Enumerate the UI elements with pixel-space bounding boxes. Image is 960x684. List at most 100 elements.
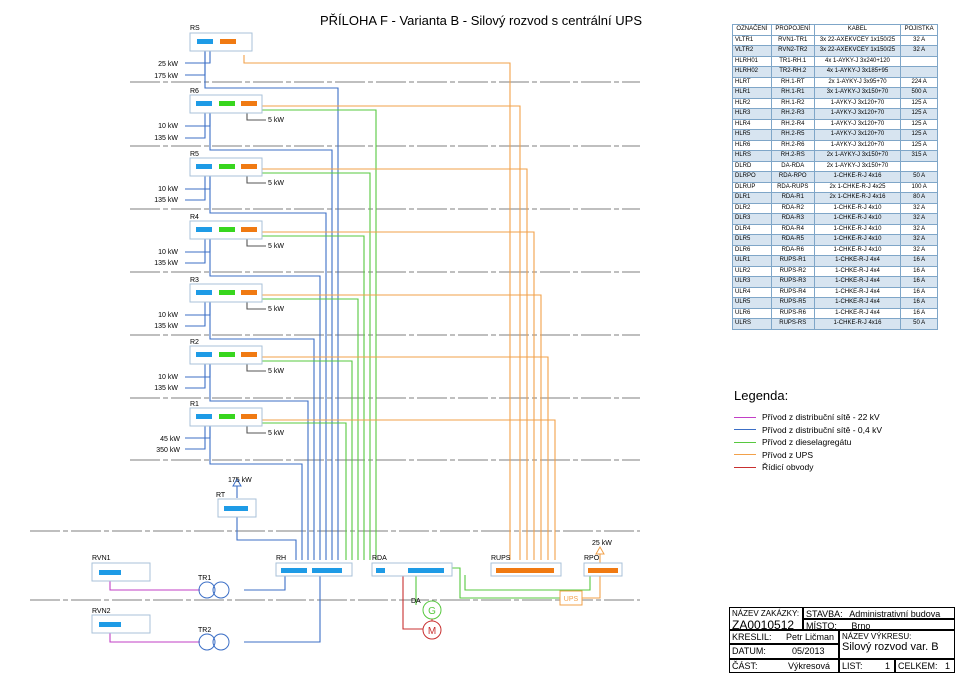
legend-item: Přívod z UPS bbox=[734, 449, 954, 462]
breaker-green bbox=[219, 227, 235, 232]
breaker-green bbox=[219, 101, 235, 106]
board-label: R6 bbox=[190, 88, 199, 95]
breaker-blue bbox=[281, 568, 307, 573]
celkem-label: CELKEM: bbox=[898, 661, 938, 671]
cell-kabel: 1-AYKY-J 3x120+70 bbox=[813, 139, 902, 151]
breaker-blue bbox=[196, 290, 212, 295]
cell-oznaceni: ULR2 bbox=[732, 265, 772, 277]
kreslil-value: Petr Ličman bbox=[786, 632, 835, 642]
legend-swatch bbox=[734, 454, 756, 456]
cell-kabel: 1-CHKE-R-J 4x4 bbox=[813, 297, 902, 309]
r5-input-cables bbox=[185, 176, 211, 201]
cell-kabel: 1-AYKY-J 3x120+70 bbox=[813, 129, 902, 141]
r2-load bbox=[246, 364, 266, 372]
legend-label: Přívod z distribuční sítě - 22 kV bbox=[762, 412, 880, 423]
board-label: R2 bbox=[190, 339, 199, 346]
breaker-orange bbox=[241, 227, 257, 232]
board-label: R5 bbox=[190, 151, 199, 158]
misto-cell: MÍSTO: Brno bbox=[803, 619, 955, 630]
board-r4: R4 5 kW 10 kW 135 kW bbox=[154, 214, 284, 267]
cell-propojeni: RUPS-R1 bbox=[770, 255, 815, 267]
input-power-upper: 10 kW bbox=[158, 186, 178, 193]
breaker-blue bbox=[99, 570, 121, 575]
r6-load bbox=[246, 113, 266, 121]
table-row: HLRH02 TR2-RH.2 4x 1-AYKY-J 3x185+95 bbox=[732, 66, 938, 78]
cell-kabel: 2x 1-AYKY-J 3x150+70 bbox=[813, 160, 902, 172]
cell-pojistka: 224 A bbox=[900, 76, 938, 88]
breaker-green bbox=[219, 414, 235, 419]
cell-pojistka: 16 A bbox=[900, 286, 938, 298]
cell-pojistka: 16 A bbox=[900, 276, 938, 288]
cell-pojistka: 16 A bbox=[900, 307, 938, 319]
table-row: HLR6 RH.2-R6 1-AYKY-J 3x120+70 125 A bbox=[732, 139, 938, 151]
legend-swatch bbox=[734, 466, 756, 468]
table-row: HLR2 RH.1-R2 1-AYKY-J 3x120+70 125 A bbox=[732, 97, 938, 109]
legend-label: Řídicí obvody bbox=[762, 462, 814, 473]
table-row: DLR3 RDA-R3 1-CHKE-R-J 4x10 32 A bbox=[732, 213, 938, 225]
cell-propojeni: RUPS-R6 bbox=[770, 307, 815, 319]
rt-label: RT bbox=[216, 492, 226, 499]
table-row: HLRT RH.1-RT 2x 1-AYKY-J 3x95+70 224 A bbox=[732, 76, 938, 88]
table-row: ULR2 RUPS-R2 1-CHKE-R-J 4x4 16 A bbox=[732, 265, 938, 277]
breaker-blue bbox=[197, 39, 213, 44]
load-power: 5 kW bbox=[268, 243, 284, 250]
load-power: 5 kW bbox=[268, 180, 284, 187]
board-label: RS bbox=[190, 25, 200, 32]
list-value: 1 bbox=[884, 661, 890, 671]
transformer-tr1: TR1 bbox=[198, 575, 230, 599]
cell-propojeni: RDA-R3 bbox=[770, 213, 815, 225]
cell-kabel: 1-CHKE-R-J 4x4 bbox=[813, 307, 902, 319]
col-header-propojeni: PROPOJENÍ bbox=[770, 24, 815, 36]
rpo-power: 25 kW bbox=[592, 540, 612, 547]
cell-propojeni: RDA-RPO bbox=[770, 171, 815, 183]
cell-kabel: 2x 1-AYKY-J 3x150+70 bbox=[813, 150, 902, 162]
breaker-orange bbox=[241, 352, 257, 357]
cell-kabel: 3x 1-AYKY-J 3x150+70 bbox=[813, 87, 902, 99]
breaker-blue bbox=[99, 622, 121, 627]
cell-pojistka: 32 A bbox=[900, 202, 938, 214]
legend-swatch bbox=[734, 429, 756, 431]
kreslil-cell: KRESLIL: Petr Ličman bbox=[729, 630, 839, 644]
board-r5: R5 5 kW 10 kW 135 kW bbox=[154, 151, 284, 204]
breaker-blue bbox=[224, 506, 248, 511]
dlr6-cable bbox=[243, 103, 377, 560]
board-rs: RS 25 kW 175 kW bbox=[154, 25, 253, 80]
zakazka-value: ZA0010512 bbox=[732, 618, 795, 630]
drawing-title: PŘÍLOHA F - Varianta B - Silový rozvod s… bbox=[320, 13, 642, 28]
title-block: NÁZEV ZAKÁZKY: ZA0010512 STAVBA: Adminis… bbox=[729, 607, 955, 673]
cell-pojistka: 315 A bbox=[900, 150, 938, 162]
r3-input-cables bbox=[185, 302, 211, 327]
hlrh02-cable bbox=[244, 575, 321, 643]
rvn1-board: RVN1 bbox=[91, 555, 151, 582]
table-row: ULR4 RUPS-R4 1-CHKE-R-J 4x4 16 A bbox=[732, 286, 938, 298]
cell-oznaceni: ULR3 bbox=[732, 276, 772, 288]
cell-oznaceni: HLRS bbox=[732, 150, 772, 162]
legend: Legenda: Přívod z distribuční sítě - 22 … bbox=[734, 388, 954, 474]
cast-cell: ČÁST: Výkresová bbox=[729, 659, 839, 673]
table-header-row: OZNAČENÍ PROPOJENÍ KABEL POJISTKA bbox=[732, 24, 938, 36]
breaker-blue bbox=[312, 568, 342, 573]
transformer-tr2: TR2 bbox=[198, 627, 230, 651]
cell-oznaceni: HLR5 bbox=[732, 129, 772, 141]
cell-oznaceni: DLR1 bbox=[732, 192, 772, 204]
cell-kabel: 1-CHKE-R-J 4x10 bbox=[813, 244, 902, 256]
board-label: R1 bbox=[190, 401, 199, 408]
breaker-blue bbox=[196, 164, 212, 169]
cell-kabel: 3x 22-AXEKVCEY 1x150/25 bbox=[813, 45, 902, 57]
breaker-orange bbox=[241, 290, 257, 295]
rups-board: RUPS bbox=[490, 555, 562, 577]
hlrh01-cable bbox=[244, 575, 286, 591]
stavba-cell: STAVBA: Administrativní budova bbox=[803, 607, 955, 619]
cell-oznaceni: ULR6 bbox=[732, 307, 772, 319]
stavba-label: STAVBA: bbox=[806, 609, 843, 619]
rpo-label: RPO bbox=[584, 555, 600, 562]
cell-propojeni: RUPS-R2 bbox=[770, 265, 815, 277]
cell-kabel: 1-CHKE-R-J 4x4 bbox=[813, 255, 902, 267]
input-power-upper: 45 kW bbox=[160, 436, 180, 443]
cell-propojeni: RH.1-R1 bbox=[770, 87, 815, 99]
cell-oznaceni: HLR3 bbox=[732, 108, 772, 120]
cell-pojistka: 32 A bbox=[900, 244, 938, 256]
rt-board: 175 kW RT bbox=[216, 477, 257, 518]
input-power-upper: 10 kW bbox=[158, 312, 178, 319]
table-row: ULR5 RUPS-R5 1-CHKE-R-J 4x4 16 A bbox=[732, 297, 938, 309]
